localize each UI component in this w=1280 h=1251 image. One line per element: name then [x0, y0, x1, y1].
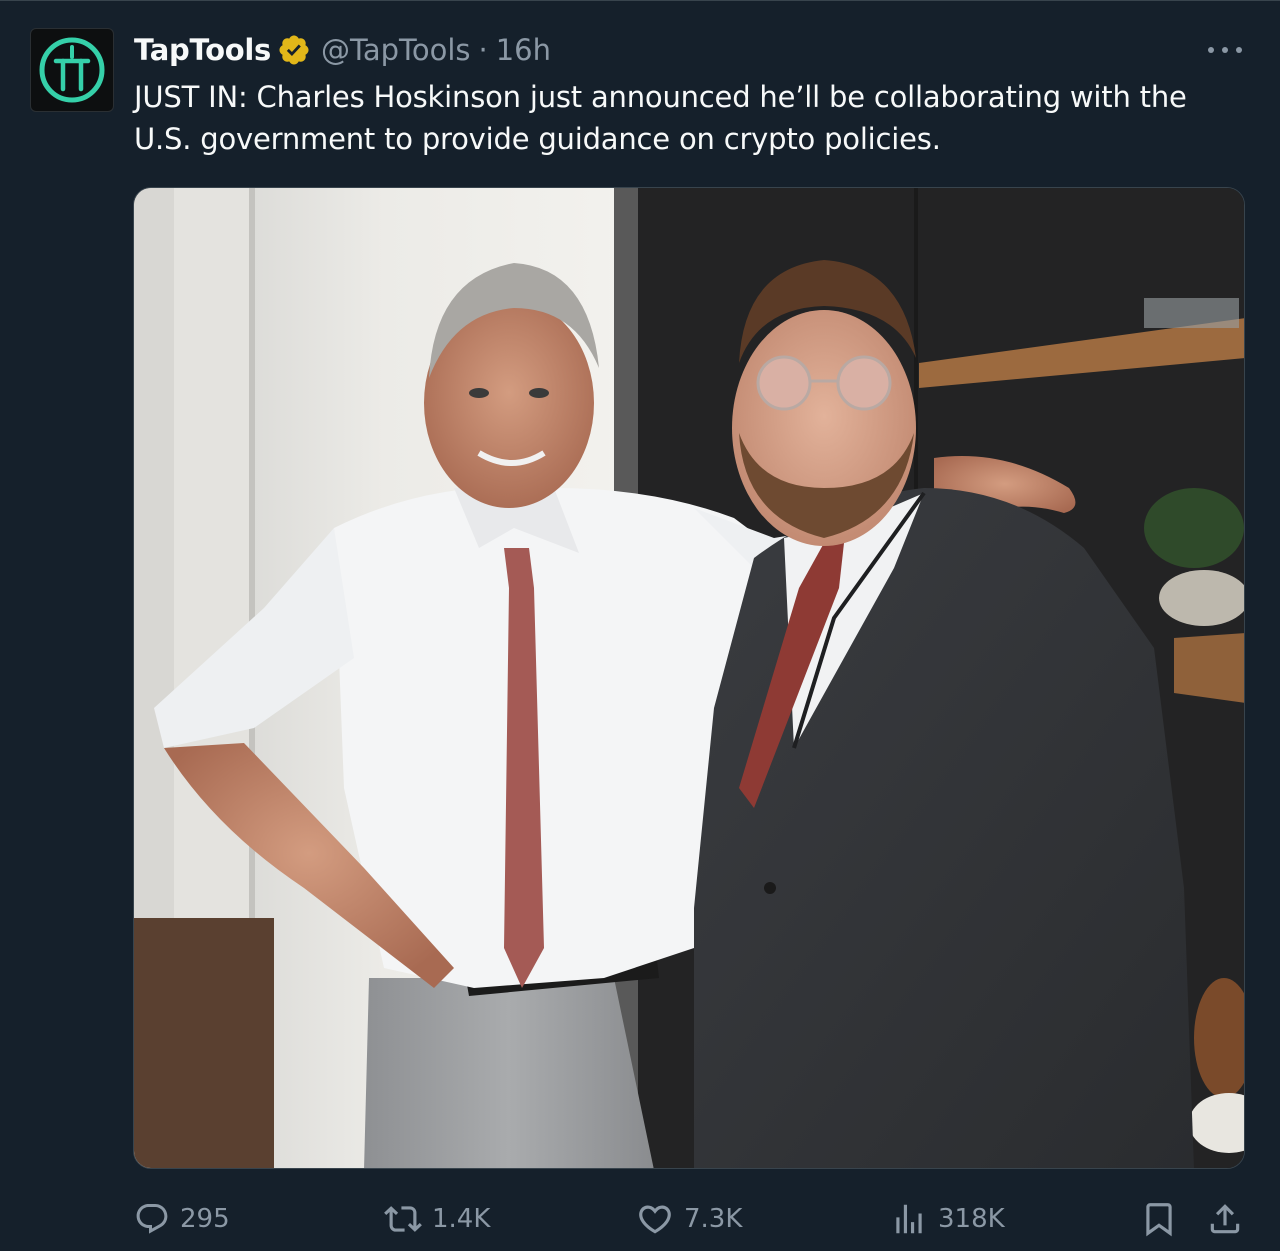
- tweet-text-line: U.S. government to provide guidance on c…: [134, 122, 941, 156]
- views-button[interactable]: 318K: [890, 1196, 1005, 1242]
- more-dot: [1236, 47, 1242, 53]
- share-button[interactable]: [1206, 1196, 1244, 1242]
- reply-icon: [136, 1204, 168, 1234]
- view-count: 318K: [938, 1204, 1005, 1234]
- bookmark-button[interactable]: [1140, 1196, 1178, 1242]
- display-name[interactable]: TapTools: [134, 33, 271, 67]
- repost-count: 1.4K: [432, 1204, 491, 1234]
- reply-count: 295: [180, 1204, 230, 1234]
- more-dot: [1208, 47, 1214, 53]
- photo-illustration: [134, 188, 1244, 1168]
- reply-button[interactable]: 295: [134, 1196, 230, 1242]
- tweet-header: TapTools @TapTools · 16h: [134, 30, 551, 70]
- more-dot: [1222, 47, 1228, 53]
- taptools-logo-icon: [39, 37, 105, 103]
- handle[interactable]: @TapTools: [321, 33, 471, 67]
- like-count: 7.3K: [684, 1204, 743, 1234]
- heart-icon: [639, 1205, 671, 1234]
- tweet-photo[interactable]: [133, 187, 1245, 1169]
- share-icon: [1210, 1204, 1240, 1234]
- tweet[interactable]: TapTools @TapTools · 16h JUST IN: Charle…: [0, 0, 1280, 1251]
- like-button[interactable]: 7.3K: [636, 1196, 742, 1242]
- repost-icon: [384, 1206, 422, 1232]
- avatar[interactable]: [30, 28, 114, 112]
- action-bar: 295 1.4K 7.3K 318K: [0, 1196, 1280, 1242]
- views-chart-icon: [896, 1204, 922, 1234]
- tweet-text: JUST IN: Charles Hoskinson just announce…: [134, 76, 1244, 160]
- more-options-icon[interactable]: [1208, 36, 1242, 64]
- repost-button[interactable]: 1.4K: [384, 1196, 490, 1242]
- verified-badge-icon[interactable]: [277, 33, 311, 67]
- separator-dot: ·: [478, 33, 488, 67]
- bookmark-icon: [1146, 1203, 1172, 1237]
- tweet-text-line: JUST IN: Charles Hoskinson just announce…: [134, 80, 1187, 114]
- timestamp[interactable]: 16h: [496, 33, 551, 67]
